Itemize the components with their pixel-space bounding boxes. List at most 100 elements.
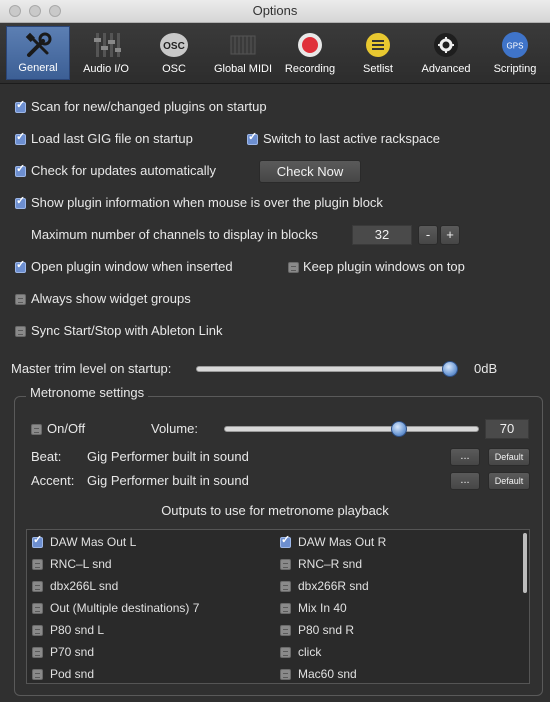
output-right-label: RNC–R snd (298, 557, 363, 571)
tools-icon (25, 32, 52, 57)
piano-keys-icon (230, 35, 256, 55)
output-left-checkbox[interactable] (32, 603, 43, 614)
output-right-checkbox[interactable] (280, 581, 291, 592)
metronome-on-off-label: On/Off (47, 421, 86, 436)
output-left-label: RNC–L snd (50, 557, 112, 571)
sync-ableton-label: Sync Start/Stop with Ableton Link (31, 323, 223, 338)
output-left-label: P80 snd L (50, 623, 105, 637)
output-left-label: DAW Mas Out L (50, 535, 137, 549)
gps-icon-text: GPS (507, 42, 524, 51)
gear-icon (434, 33, 458, 57)
max-channels-increment-button[interactable]: + (440, 225, 460, 245)
show-plugin-info-checkbox[interactable] (15, 194, 26, 209)
check-updates-checkbox[interactable] (15, 162, 26, 177)
output-right-label: dbx266R snd (298, 579, 369, 593)
setlist-icon (366, 33, 390, 57)
tab-scripting-label: Scripting (493, 63, 537, 75)
output-right-checkbox[interactable] (280, 669, 291, 680)
tab-osc[interactable]: OSC OSC (142, 26, 206, 80)
keep-on-top-checkbox[interactable] (288, 262, 299, 273)
max-channels-decrement-button[interactable]: - (418, 225, 438, 245)
zoom-window-button[interactable] (49, 5, 61, 17)
sync-ableton-checkbox[interactable] (15, 326, 26, 337)
tab-audio-io-label: Audio I/O (83, 63, 129, 75)
outputs-title: Outputs to use for metronome playback (161, 503, 389, 518)
metronome-on-off-checkbox[interactable] (31, 424, 42, 435)
preferences-toolbar: General Audio I/O OSC OSC Global MIDI Re… (0, 23, 550, 84)
output-left-label: Out (Multiple destinations) 7 (50, 601, 200, 615)
show-plugin-info-label: Show plugin information when mouse is ov… (31, 195, 383, 210)
outputs-list[interactable]: DAW Mas Out L RNC–L snd dbx266L snd Out (Mu… (26, 529, 530, 684)
title-bar: Options (0, 0, 550, 23)
tab-setlist-label: Setlist (363, 63, 393, 75)
output-left-label: dbx266L snd (50, 579, 119, 593)
check-updates-label: Check for updates automatically (31, 163, 216, 178)
always-widget-groups-label: Always show widget groups (31, 291, 191, 306)
open-plugin-window-label: Open plugin window when inserted (31, 259, 233, 274)
max-channels-label: Maximum number of channels to display in… (31, 227, 318, 242)
master-trim-slider-knob[interactable] (442, 361, 458, 377)
load-last-gig-label: Load last GIG file on startup (31, 131, 193, 146)
output-left-checkbox[interactable] (32, 581, 43, 592)
tab-recording-label: Recording (284, 63, 336, 75)
output-right-checkbox[interactable] (280, 559, 291, 570)
mixer-faders-icon (94, 33, 121, 57)
output-left-checkbox[interactable] (32, 559, 43, 570)
tab-scripting[interactable]: GPS Scripting (484, 26, 546, 80)
accent-browse-button[interactable]: ... (450, 472, 480, 490)
check-now-button[interactable]: Check Now (259, 160, 361, 183)
output-right-label: Mac60 snd (298, 667, 357, 681)
output-right-checkbox[interactable] (280, 603, 291, 614)
output-left-checkbox[interactable] (32, 625, 43, 636)
max-channels-input[interactable]: 32 (352, 225, 412, 245)
load-last-gig-checkbox[interactable] (15, 130, 26, 145)
tab-advanced-label: Advanced (421, 63, 471, 75)
master-trim-slider-track[interactable] (196, 366, 458, 372)
output-right-checkbox[interactable] (280, 533, 291, 548)
always-widget-groups-checkbox[interactable] (15, 294, 26, 305)
tab-osc-label: OSC (162, 63, 186, 75)
output-left-checkbox[interactable] (32, 669, 43, 680)
accent-sound-value: Gig Performer built in sound (87, 473, 249, 488)
switch-last-rackspace-label: Switch to last active rackspace (263, 131, 441, 146)
volume-value-field[interactable]: 70 (485, 419, 529, 439)
output-left-checkbox[interactable] (32, 533, 43, 548)
window-title: Options (252, 3, 298, 18)
close-window-button[interactable] (9, 5, 21, 17)
beat-browse-button[interactable]: ... (450, 448, 480, 466)
beat-default-button[interactable]: Default (488, 448, 530, 466)
beat-label: Beat: (31, 449, 62, 464)
tab-global-midi[interactable]: Global MIDI (210, 26, 276, 80)
output-right-checkbox[interactable] (280, 625, 291, 636)
tab-advanced[interactable]: Advanced (414, 26, 478, 80)
options-window: Options General Audio I/O OSC OSC Global… (0, 0, 550, 702)
record-icon (298, 33, 322, 57)
osc-icon: OSC (160, 33, 188, 57)
tab-audio-io[interactable]: Audio I/O (76, 26, 136, 80)
metronome-settings-title: Metronome settings (26, 385, 149, 400)
scan-plugins-label: Scan for new/changed plugins on startup (31, 99, 267, 114)
accent-default-button[interactable]: Default (488, 472, 530, 490)
gps-script-icon: GPS (502, 32, 528, 58)
output-left-label: Pod snd (50, 667, 95, 681)
minimize-window-button[interactable] (29, 5, 41, 17)
tab-setlist[interactable]: Setlist (348, 26, 408, 80)
tab-global-midi-label: Global MIDI (213, 63, 273, 75)
accent-label: Accent: (31, 473, 75, 488)
outputs-scrollbar[interactable] (523, 533, 527, 593)
output-right-checkbox[interactable] (280, 647, 291, 658)
output-right-label: click (298, 645, 322, 659)
volume-slider-track[interactable] (224, 426, 479, 432)
osc-icon-text: OSC (163, 41, 185, 52)
output-left-checkbox[interactable] (32, 647, 43, 658)
output-left-label: P70 snd (50, 645, 95, 659)
tab-recording[interactable]: Recording (280, 26, 340, 80)
tab-general-label: General (18, 62, 58, 74)
scan-plugins-checkbox[interactable] (15, 98, 26, 113)
master-trim-label: Master trim level on startup: (11, 361, 172, 376)
output-right-label: Mix In 40 (298, 601, 347, 615)
open-plugin-window-checkbox[interactable] (15, 258, 26, 273)
master-trim-value: 0dB (474, 361, 498, 376)
switch-last-rackspace-checkbox[interactable] (247, 130, 258, 145)
tab-general[interactable]: General (6, 26, 70, 80)
